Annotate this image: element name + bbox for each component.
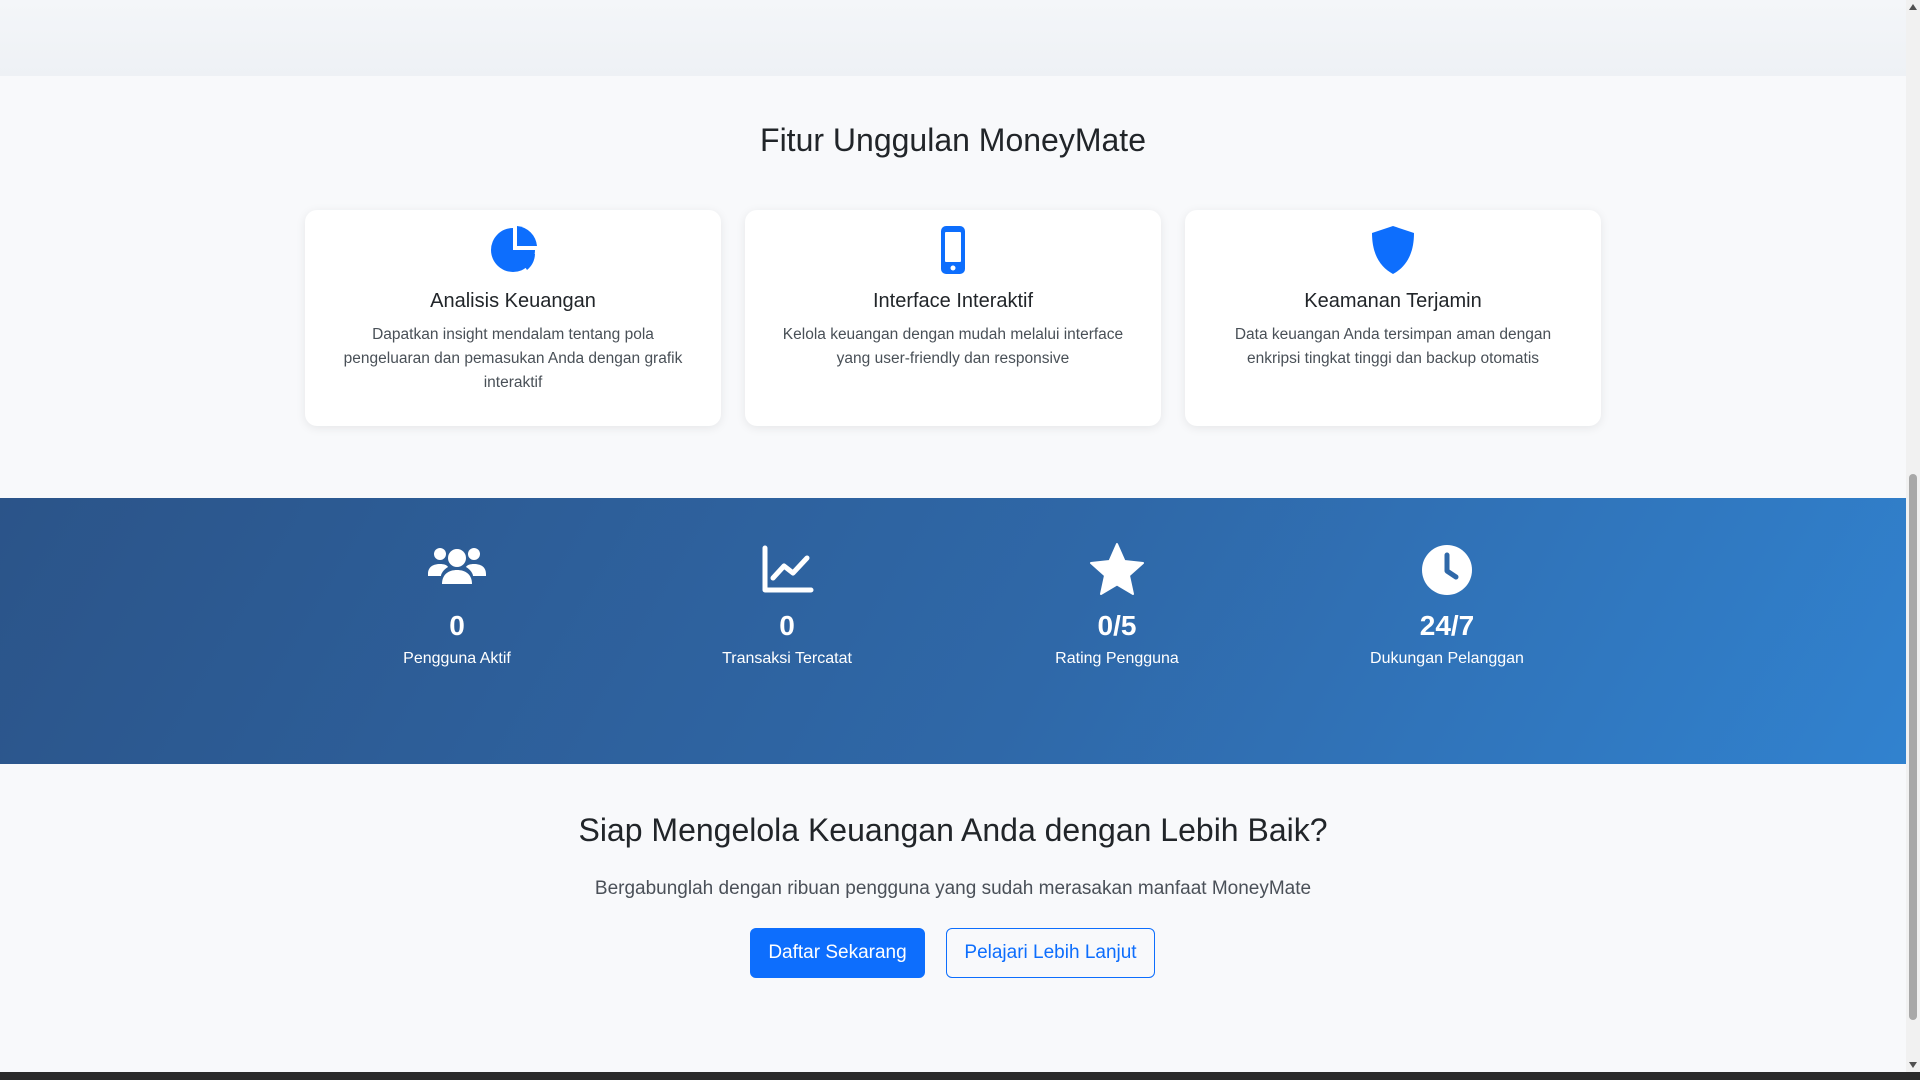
star-icon [987,540,1247,600]
scroll-down-arrow-icon[interactable] [1906,1058,1920,1072]
feature-card-interface: Interface Interaktif Kelola keuangan den… [745,210,1161,426]
stat-label: Transaksi Tercatat [722,650,852,667]
stat-dukungan: 24/7 Dukungan Pelanggan [1317,540,1577,668]
feature-card-title: Interface Interaktif [872,290,1034,312]
feature-card-title: Analisis Keuangan [430,290,596,312]
line-chart-icon [657,540,917,600]
stat-value: 0/5 [1097,610,1137,641]
feature-card-text: Kelola keuangan dengan mudah melalui int… [782,326,1124,367]
stat-label: Rating Pengguna [1055,650,1179,667]
hero-section-bottom [0,0,1906,76]
feature-card-title: Keamanan Terjamin [1304,290,1482,312]
feature-card-analisis: Analisis Keuangan Dapatkan insight menda… [305,210,721,426]
shield-icon [1185,224,1601,276]
stat-rating: 0/5 Rating Pengguna [987,540,1247,668]
features-title: Fitur Unggulan MoneyMate [760,122,1146,158]
pelajari-lebih-lanjut-button[interactable]: Pelajari Lebih Lanjut [946,928,1155,978]
stat-transaksi: 0 Transaksi Tercatat [657,540,917,668]
daftar-sekarang-button[interactable]: Daftar Sekarang [750,928,925,978]
cta-subtitle: Bergabunglah dengan ribuan pengguna yang… [594,878,1312,899]
cta-title: Siap Mengelola Keuangan Anda dengan Lebi… [578,812,1328,848]
page-viewport: Fitur Unggulan MoneyMate Analisis Keuang… [0,0,1906,1072]
stats-section: 0 Pengguna Aktif 0 Transaksi Tercatat 0/… [0,498,1906,764]
stat-value: 24/7 [1419,610,1475,641]
mobile-phone-icon [745,224,1161,276]
pie-chart-icon [305,224,721,276]
clock-icon [1317,540,1577,600]
users-icon [327,540,587,600]
stat-label: Pengguna Aktif [403,650,511,667]
scrollbar-thumb[interactable] [1909,474,1917,1020]
stat-value: 0 [449,610,465,641]
vertical-scrollbar[interactable] [1906,0,1920,1072]
feature-card-keamanan: Keamanan Terjamin Data keuangan Anda ter… [1185,210,1601,426]
stat-pengguna-aktif: 0 Pengguna Aktif [327,540,587,668]
feature-card-text: Data keuangan Anda tersimpan aman dengan… [1234,326,1552,367]
feature-card-text: Dapatkan insight mendalam tentang pola p… [343,326,683,391]
stat-label: Dukungan Pelanggan [1370,650,1524,667]
cta-section: Siap Mengelola Keuangan Anda dengan Lebi… [0,764,1906,1072]
scroll-up-arrow-icon[interactable] [1906,0,1920,14]
stat-value: 0 [779,610,795,641]
taskbar-edge [0,1072,1920,1080]
